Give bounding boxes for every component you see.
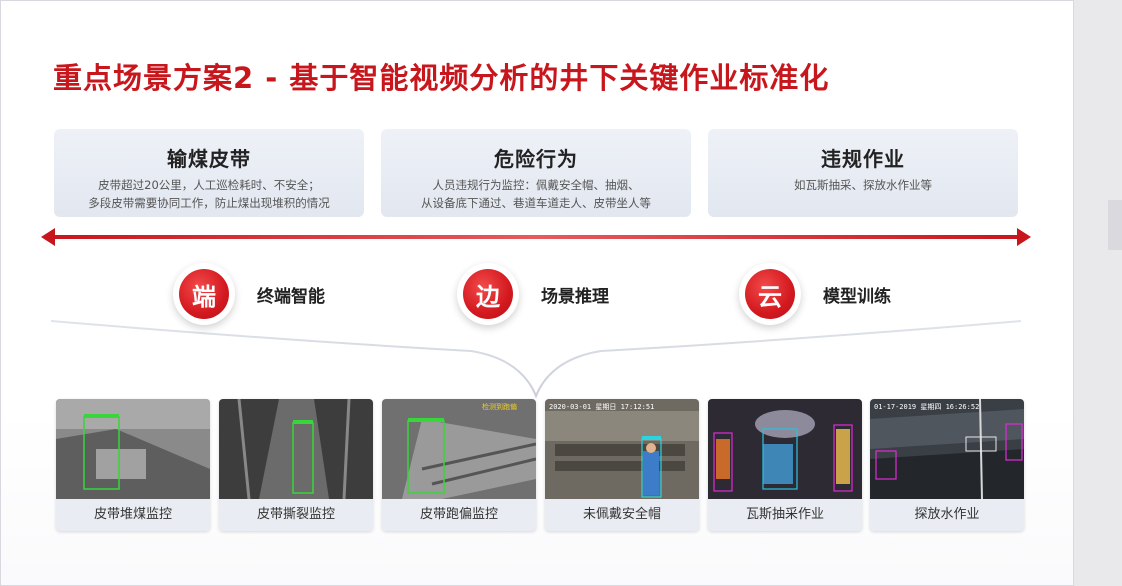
thumbnail-gas-extraction[interactable]: 瓦斯抽采作业	[708, 399, 862, 531]
card-dangerous-behavior: 危险行为 人员违规行为监控：佩戴安全帽、抽烟、 从设备底下通过、巷道车道走人、皮…	[381, 129, 691, 217]
card-text-line: 皮带超过20公里，人工巡检耗时、不安全；	[98, 178, 320, 192]
thumbnail-caption: 皮带堆煤监控	[56, 499, 210, 531]
thumbnail-no-helmet[interactable]: 2020-03-01 星期日 17:12:51 未佩戴安全帽	[545, 399, 699, 531]
camera-image	[219, 399, 373, 499]
thumbnail-caption: 皮带撕裂监控	[219, 499, 373, 531]
double-arrow-divider	[41, 228, 1031, 246]
overlay-text: 检测到跑偏	[482, 403, 517, 411]
card-text-line: 人员违规行为监控：佩戴安全帽、抽烟、	[432, 178, 640, 192]
node-circle: 云	[739, 263, 801, 325]
card-heading: 输煤皮带	[167, 147, 251, 171]
node-edge-inference: 边 场景推理	[457, 263, 609, 325]
card-conveyor-belt: 输煤皮带 皮带超过20公里，人工巡检耗时、不安全； 多段皮带需要协同工作，防止煤…	[54, 129, 364, 217]
side-scroll-strip	[1108, 200, 1122, 250]
camera-image	[545, 399, 699, 499]
overlay-timestamp: 2020-03-01 星期日 17:12:51	[549, 403, 655, 411]
camera-image	[382, 399, 536, 499]
camera-image	[708, 399, 862, 499]
camera-image	[870, 399, 1024, 499]
thumbnail-caption: 未佩戴安全帽	[545, 499, 699, 531]
overlay-timestamp: 01-17-2019 星期四 16:26:52	[874, 403, 980, 411]
node-char: 边	[463, 269, 513, 319]
card-text-line: 从设备底下通过、巷道车道走人、皮带坐人等	[421, 196, 651, 210]
camera-image	[56, 399, 210, 499]
card-heading: 危险行为	[494, 147, 578, 171]
slide-title: 重点场景方案2 - 基于智能视频分析的井下关键作业标准化	[53, 61, 830, 95]
thumbnail-caption: 瓦斯抽采作业	[708, 499, 862, 531]
node-char: 端	[179, 269, 229, 319]
node-circle: 边	[457, 263, 519, 325]
node-edge-terminal: 端 终端智能	[173, 263, 325, 325]
thumbnail-belt-deviation[interactable]: 检测到跑偏 皮带跑偏监控	[382, 399, 536, 531]
node-circle: 端	[173, 263, 235, 325]
thumbnail-belt-tear[interactable]: 皮带撕裂监控	[219, 399, 373, 531]
thumbnail-coal-pile[interactable]: 皮带堆煤监控	[56, 399, 210, 531]
card-text-line: 多段皮带需要协同工作，防止煤出现堆积的情况	[88, 196, 330, 210]
card-heading: 违规作业	[821, 147, 905, 171]
node-label: 模型训练	[823, 286, 891, 307]
node-cloud-training: 云 模型训练	[739, 263, 891, 325]
node-label: 场景推理	[541, 286, 609, 307]
card-illegal-operation: 违规作业 如瓦斯抽采、探放水作业等	[708, 129, 1018, 217]
thumbnail-caption: 探放水作业	[870, 499, 1024, 531]
slide: 重点场景方案2 - 基于智能视频分析的井下关键作业标准化 输煤皮带 皮带超过20…	[0, 0, 1074, 586]
thumbnail-caption: 皮带跑偏监控	[382, 499, 536, 531]
node-char: 云	[745, 269, 795, 319]
node-label: 终端智能	[257, 286, 325, 307]
card-text-line: 如瓦斯抽采、探放水作业等	[794, 178, 932, 192]
thumbnail-water-drainage[interactable]: 01-17-2019 星期四 16:26:52 探放水作业	[870, 399, 1024, 531]
